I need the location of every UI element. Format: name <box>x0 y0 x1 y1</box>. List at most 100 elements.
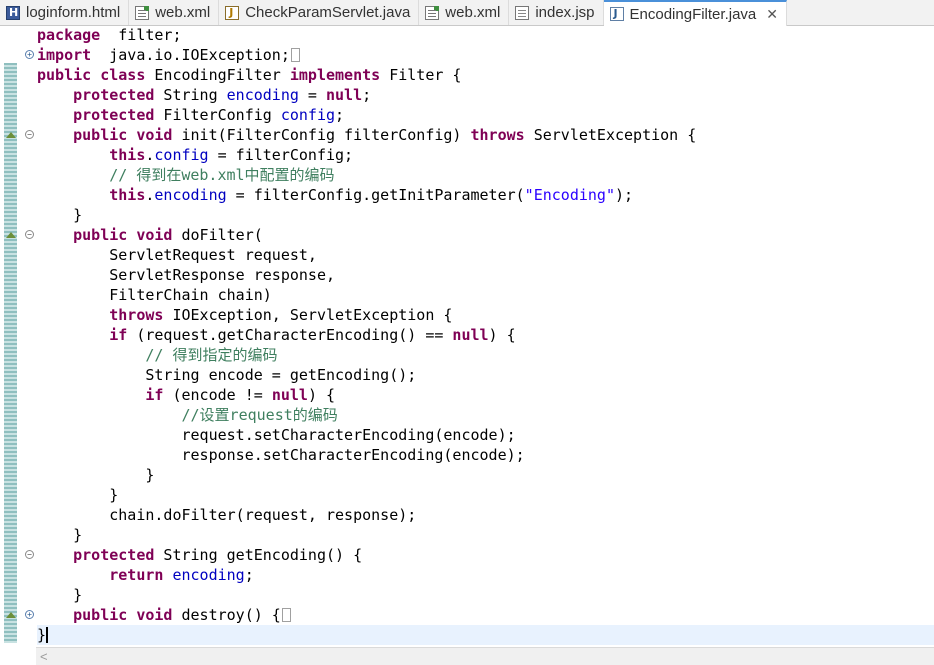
code-token: public <box>37 66 92 84</box>
code-token: import <box>37 46 92 64</box>
code-token: = filterConfig; <box>208 146 354 164</box>
code-token: ServletResponse response, <box>37 266 336 284</box>
code-token: doFilter( <box>172 226 263 244</box>
code-line: } <box>37 525 934 545</box>
code-line: public void init(FilterConfig filterConf… <box>37 125 934 145</box>
code-token: destroy() { <box>172 606 281 624</box>
code-token: EncodingFilter <box>145 66 290 84</box>
code-line: return encoding; <box>37 565 934 585</box>
code-token: = filterConfig.getInitParameter( <box>226 186 525 204</box>
tab-loginform-html[interactable]: loginform.html <box>0 0 130 25</box>
scroll-left-icon[interactable]: < <box>40 648 48 665</box>
code-token: ; <box>362 86 372 104</box>
collapse-fold-icon[interactable]: − <box>25 130 34 139</box>
code-token: encoding <box>154 186 227 204</box>
code-token: java.io.IOException; <box>91 46 290 64</box>
editor-gutter: + − − − + <box>0 25 36 647</box>
code-line: protected String getEncoding() { <box>37 545 934 565</box>
collapsed-block-icon[interactable] <box>281 608 291 622</box>
tab-label: web.xml <box>155 4 211 21</box>
code-line: protected String encoding = null; <box>37 85 934 105</box>
code-token: ); <box>614 186 634 204</box>
code-token: Filter { <box>380 66 462 84</box>
code-line: if (request.getCharacterEncoding() == nu… <box>37 325 934 345</box>
code-line: //设置request的编码 <box>37 405 934 425</box>
java-file-icon <box>609 7 624 21</box>
code-token: null <box>271 386 308 404</box>
expand-fold-icon[interactable]: + <box>25 50 34 59</box>
override-indicator-icon <box>6 132 16 138</box>
tab-encodingfilter-java[interactable]: EncodingFilter.java ✕ <box>603 0 787 26</box>
code-token: void <box>136 606 173 624</box>
change-ruler <box>4 63 17 643</box>
code-token: public <box>73 226 128 244</box>
code-line: String encode = getEncoding(); <box>37 365 934 385</box>
code-comment: // 得到指定的编码 <box>145 346 278 364</box>
code-area[interactable]: package filter; import java.io.IOExceptio… <box>37 25 934 645</box>
code-line: package filter; <box>37 25 934 45</box>
tab-index-jsp[interactable]: index.jsp <box>509 0 604 25</box>
code-line: import java.io.IOException; <box>37 45 934 65</box>
code-token: ) { <box>488 326 516 344</box>
code-token: void <box>136 126 173 144</box>
code-token: package <box>37 26 101 44</box>
tab-label: EncodingFilter.java <box>629 5 757 23</box>
editor-tab-bar: loginform.html web.xml CheckParamServlet.j… <box>0 0 934 26</box>
code-line: ServletResponse response, <box>37 265 934 285</box>
jsp-file-icon <box>515 5 530 20</box>
code-token: class <box>100 66 146 84</box>
close-icon[interactable]: ✕ <box>766 6 778 23</box>
code-line: public void doFilter( <box>37 225 934 245</box>
override-indicator-icon <box>6 612 16 618</box>
code-editor[interactable]: + − − − + package filter; import java.io.IOEx… <box>0 25 934 647</box>
tab-label: web.xml <box>445 4 501 21</box>
code-token: this <box>109 146 146 164</box>
collapsed-block-icon[interactable] <box>290 48 300 62</box>
expand-fold-icon[interactable]: + <box>25 610 34 619</box>
tab-checkparamservlet-java[interactable]: CheckParamServlet.java <box>219 0 420 25</box>
code-token: FilterConfig <box>154 106 281 124</box>
code-line: // 得到在web.xml中配置的编码 <box>37 165 934 185</box>
xml-file-icon <box>425 5 440 20</box>
collapse-fold-icon[interactable]: − <box>25 230 34 239</box>
code-token: String encode = getEncoding(); <box>37 366 417 384</box>
code-line: request.setCharacterEncoding(encode); <box>37 425 934 445</box>
code-token: public <box>73 126 128 144</box>
code-line: } <box>37 585 934 605</box>
code-token: = <box>298 86 326 104</box>
tab-web-xml[interactable]: web.xml <box>419 0 510 25</box>
horizontal-scrollbar[interactable]: < <box>36 647 934 665</box>
override-indicator-icon <box>6 232 16 238</box>
code-token: throws <box>109 306 164 324</box>
code-token: public <box>73 606 128 624</box>
code-token: } <box>37 586 83 604</box>
xml-file-icon <box>135 5 150 20</box>
code-token: FilterChain chain) <box>37 286 272 304</box>
code-token: return <box>109 566 164 584</box>
code-line: } <box>37 205 934 225</box>
code-token: null <box>326 86 363 104</box>
code-token: ServletRequest request, <box>37 246 317 264</box>
tab-label: CheckParamServlet.java <box>245 4 411 21</box>
code-comment: //设置request的编码 <box>181 406 338 424</box>
collapse-fold-icon[interactable]: − <box>25 550 34 559</box>
code-token: response.setCharacterEncoding(encode); <box>37 446 525 464</box>
code-line: protected FilterConfig config; <box>37 105 934 125</box>
code-token: chain.doFilter(request, response); <box>37 506 417 524</box>
code-line: if (encode != null) { <box>37 385 934 405</box>
tab-web-xml[interactable]: web.xml <box>129 0 220 25</box>
code-token: encoding <box>172 566 245 584</box>
